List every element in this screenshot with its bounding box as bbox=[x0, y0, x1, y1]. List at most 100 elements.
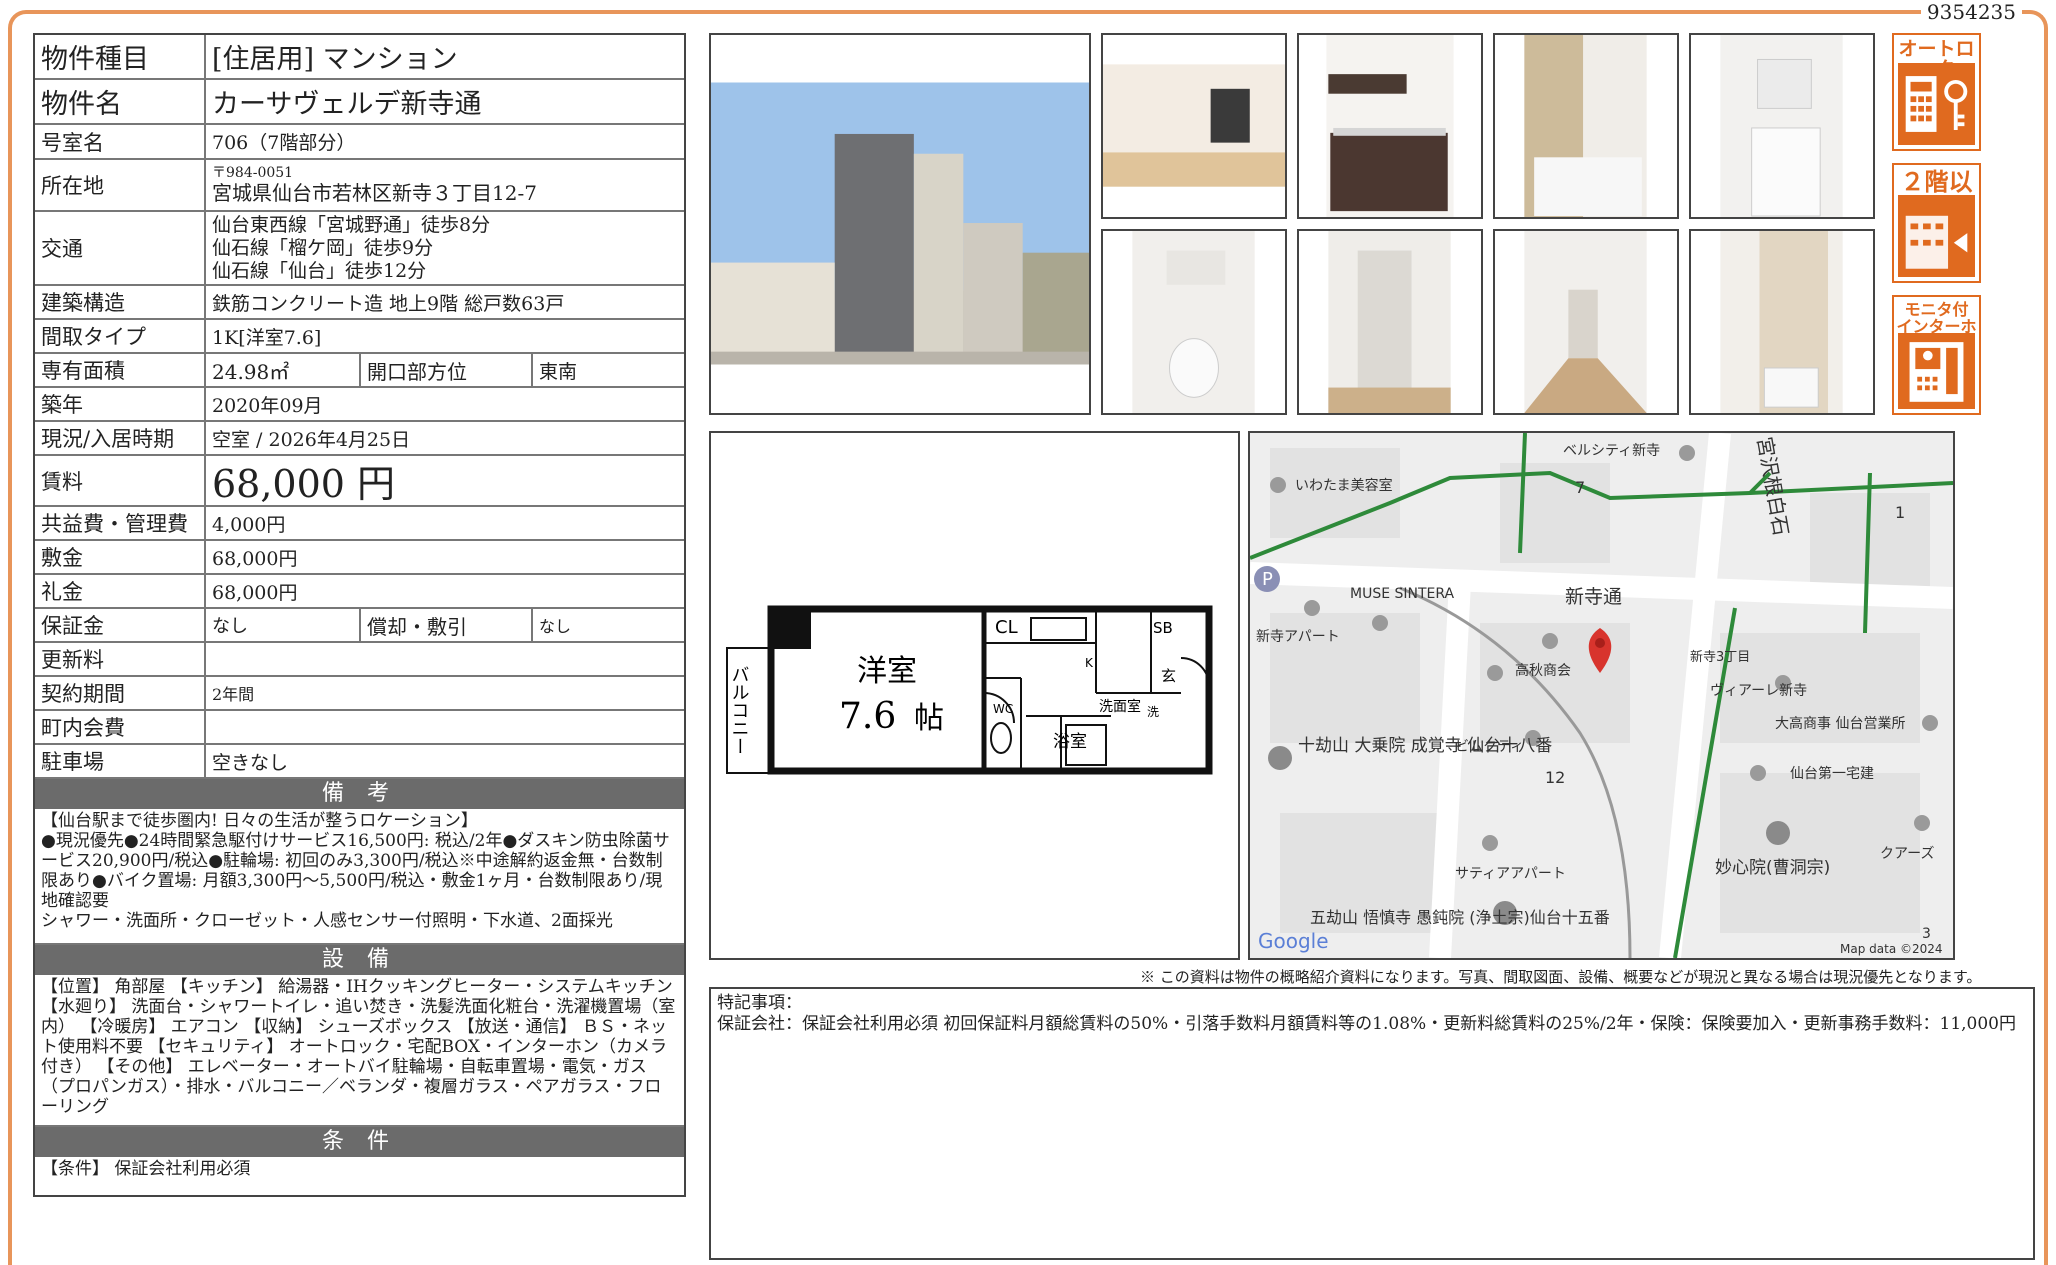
intercom-icon bbox=[1909, 342, 1964, 402]
row-rent: 賃料 68,000 円 bbox=[35, 456, 684, 507]
row-town-fee: 町内会費 bbox=[35, 711, 684, 745]
address-zip: 〒984-0051 bbox=[212, 164, 294, 181]
row-parking: 駐車場 空きなし bbox=[35, 745, 684, 779]
structure-label: 建築構造 bbox=[35, 286, 206, 318]
name-value: カーサヴェルデ新寺通 bbox=[212, 89, 482, 120]
address-value: 宮城県仙台市若林区新寺３丁目12-7 bbox=[212, 180, 537, 205]
entrance-label: 玄 bbox=[1161, 667, 1176, 685]
room-value: 706（7階部分） bbox=[212, 132, 356, 154]
bath-label: 浴室 bbox=[1053, 732, 1087, 752]
layout-label: 間取タイプ bbox=[35, 320, 206, 352]
building-floor-icon bbox=[1905, 215, 1968, 269]
map-canvas[interactable]: P ベルシティ新寺 いわたま美容室 MUSE SINTERA 新寺通 新寺アパー… bbox=[1250, 433, 1953, 958]
renewal-value bbox=[206, 643, 684, 675]
map-label: MUSE SINTERA bbox=[1350, 586, 1455, 602]
bathroom-photo bbox=[1493, 33, 1679, 219]
monitor-intercom-icon: モニタ付 インターホン bbox=[1892, 295, 1981, 415]
washing-machine-label: 洗 bbox=[1147, 705, 1159, 719]
map-number: 12 bbox=[1545, 768, 1565, 787]
direction-value: 東南 bbox=[539, 360, 578, 383]
access-line: 仙台東西線「宮城野通」徒歩8分 bbox=[212, 213, 491, 236]
map-label: 妙心院(曹洞宗) bbox=[1715, 858, 1830, 878]
direction-label: 開口部方位 bbox=[361, 354, 533, 386]
term-label: 契約期間 bbox=[35, 677, 206, 709]
row-address: 所在地 〒984-0051 宮城県仙台市若林区新寺３丁目12-7 bbox=[35, 160, 684, 212]
address-label: 所在地 bbox=[35, 160, 206, 210]
map-label: 高秋商会 bbox=[1515, 662, 1571, 679]
row-term: 契約期間 2年間 bbox=[35, 677, 684, 711]
access-line: 仙石線「榴ケ岡」徒歩9分 bbox=[212, 236, 434, 259]
row-deposit: 敷金 68,000円 bbox=[35, 541, 684, 575]
status-value: 空室 / 2026年4月25日 bbox=[212, 428, 411, 451]
renewal-label: 更新料 bbox=[35, 643, 206, 675]
toilet-photo bbox=[1101, 229, 1287, 415]
area-label: 専有面積 bbox=[35, 354, 206, 386]
parking-icon: P bbox=[1262, 569, 1273, 590]
area-value: 24.98㎡ bbox=[206, 354, 361, 386]
map-number: 3 bbox=[1922, 926, 1931, 942]
room-size: 7.6 bbox=[839, 696, 896, 737]
map-label: サティアアパート bbox=[1455, 866, 1566, 882]
floor-plan-drawing: 洋室 7.6 帖 バルコニー CL SB K 玄 洗面室 WC 浴室 洗 bbox=[726, 605, 1213, 775]
room-label: 号室名 bbox=[35, 125, 206, 158]
special-notes: 特記事項： 保証会社：保証会社利用必須 初回保証料月額総賃料の50%・引落手数料… bbox=[709, 987, 2035, 1260]
name-label: 物件名 bbox=[35, 80, 206, 123]
built-value: 2020年09月 bbox=[212, 394, 323, 417]
map-label: 新寺アパート bbox=[1256, 629, 1340, 645]
rent-value: 68,000 円 bbox=[212, 462, 396, 506]
access-line: 仙石線「仙台」徒歩12分 bbox=[212, 259, 427, 282]
town-fee-value bbox=[206, 711, 684, 743]
parking-label: 駐車場 bbox=[35, 745, 206, 777]
map-label: 仙台第一宅建 bbox=[1790, 765, 1874, 782]
shoebox-label: SB bbox=[1153, 619, 1173, 637]
floor-plan: 洋室 7.6 帖 バルコニー CL SB K 玄 洗面室 WC 浴室 洗 bbox=[709, 431, 1240, 960]
autolock-icon: オートロック bbox=[1892, 33, 1981, 151]
map-label: ビムクティ bbox=[1455, 739, 1524, 755]
row-area: 専有面積 24.98㎡ 開口部方位 東南 bbox=[35, 354, 684, 388]
row-structure: 建築構造 鉄筋コンクリート造 地上9階 総戸数63戸 bbox=[35, 286, 684, 320]
deposit-value: 68,000円 bbox=[212, 547, 298, 570]
washroom-label: 洗面室 bbox=[1099, 698, 1141, 715]
key-money-label: 礼金 bbox=[35, 575, 206, 607]
closet-label: CL bbox=[995, 617, 1018, 638]
room-name: 洋室 bbox=[857, 654, 917, 689]
row-guarantee: 保証金 なし 償却・敷引 なし bbox=[35, 609, 684, 643]
rent-label: 賃料 bbox=[35, 456, 206, 505]
row-fee: 共益費・管理費 4,000円 bbox=[35, 507, 684, 541]
amortization-label: 償却・敷引 bbox=[361, 609, 533, 641]
room-photo bbox=[1101, 33, 1287, 219]
disclaimer: ※ この資料は物件の概略紹介資料になります。写真、間取図面、設備、概要などが現況… bbox=[1140, 968, 1982, 986]
town-fee-label: 町内会費 bbox=[35, 711, 206, 743]
row-access: 交通 仙台東西線「宮城野通」徒歩8分 仙石線「榴ケ岡」徒歩9分 仙石線「仙台」徒… bbox=[35, 212, 684, 286]
map-label: 大高商事 仙台営業所 bbox=[1775, 715, 1905, 732]
type-label: 物件種目 bbox=[35, 35, 206, 78]
remarks-title: 備 考 bbox=[35, 779, 684, 809]
layout-value: 1K[洋室7.6] bbox=[212, 326, 322, 349]
google-logo: Google bbox=[1258, 929, 1329, 953]
map-copyright: Map data ©2024 bbox=[1840, 942, 1943, 956]
equipment-title: 設 備 bbox=[35, 945, 684, 975]
map-label: 五劫山 悟慎寺 愚鈍院 (浄土宗)仙台十五番 bbox=[1310, 908, 1610, 927]
guarantee-label: 保証金 bbox=[35, 609, 206, 641]
conditions-text: 【条件】 保証会社利用必須 bbox=[41, 1159, 251, 1179]
kitchen-label: K bbox=[1085, 656, 1094, 670]
washroom-photo bbox=[1689, 33, 1875, 219]
row-built: 築年 2020年09月 bbox=[35, 388, 684, 422]
fee-value: 4,000円 bbox=[212, 513, 286, 536]
row-key-money: 礼金 68,000円 bbox=[35, 575, 684, 609]
type-value: [住居用] マンション bbox=[212, 44, 458, 75]
status-label: 現況/入居時期 bbox=[35, 422, 206, 454]
building-photo bbox=[709, 33, 1091, 415]
guarantee-value: なし bbox=[206, 609, 361, 641]
special-notes-title: 特記事項： bbox=[717, 993, 802, 1013]
access-label: 交通 bbox=[35, 212, 206, 284]
row-room: 号室名 706（7階部分） bbox=[35, 125, 684, 160]
deposit-label: 敷金 bbox=[35, 541, 206, 573]
map-label: いわたま美容室 bbox=[1295, 477, 1393, 494]
amortization-value: なし bbox=[539, 617, 572, 636]
term-value: 2年間 bbox=[212, 685, 255, 704]
balcony-label: バルコニー bbox=[729, 665, 750, 755]
map-label: ベルシティ新寺 bbox=[1563, 443, 1660, 459]
closet-photo bbox=[1297, 229, 1483, 415]
location-map[interactable]: P ベルシティ新寺 いわたま美容室 MUSE SINTERA 新寺通 新寺アパー… bbox=[1248, 431, 1955, 960]
